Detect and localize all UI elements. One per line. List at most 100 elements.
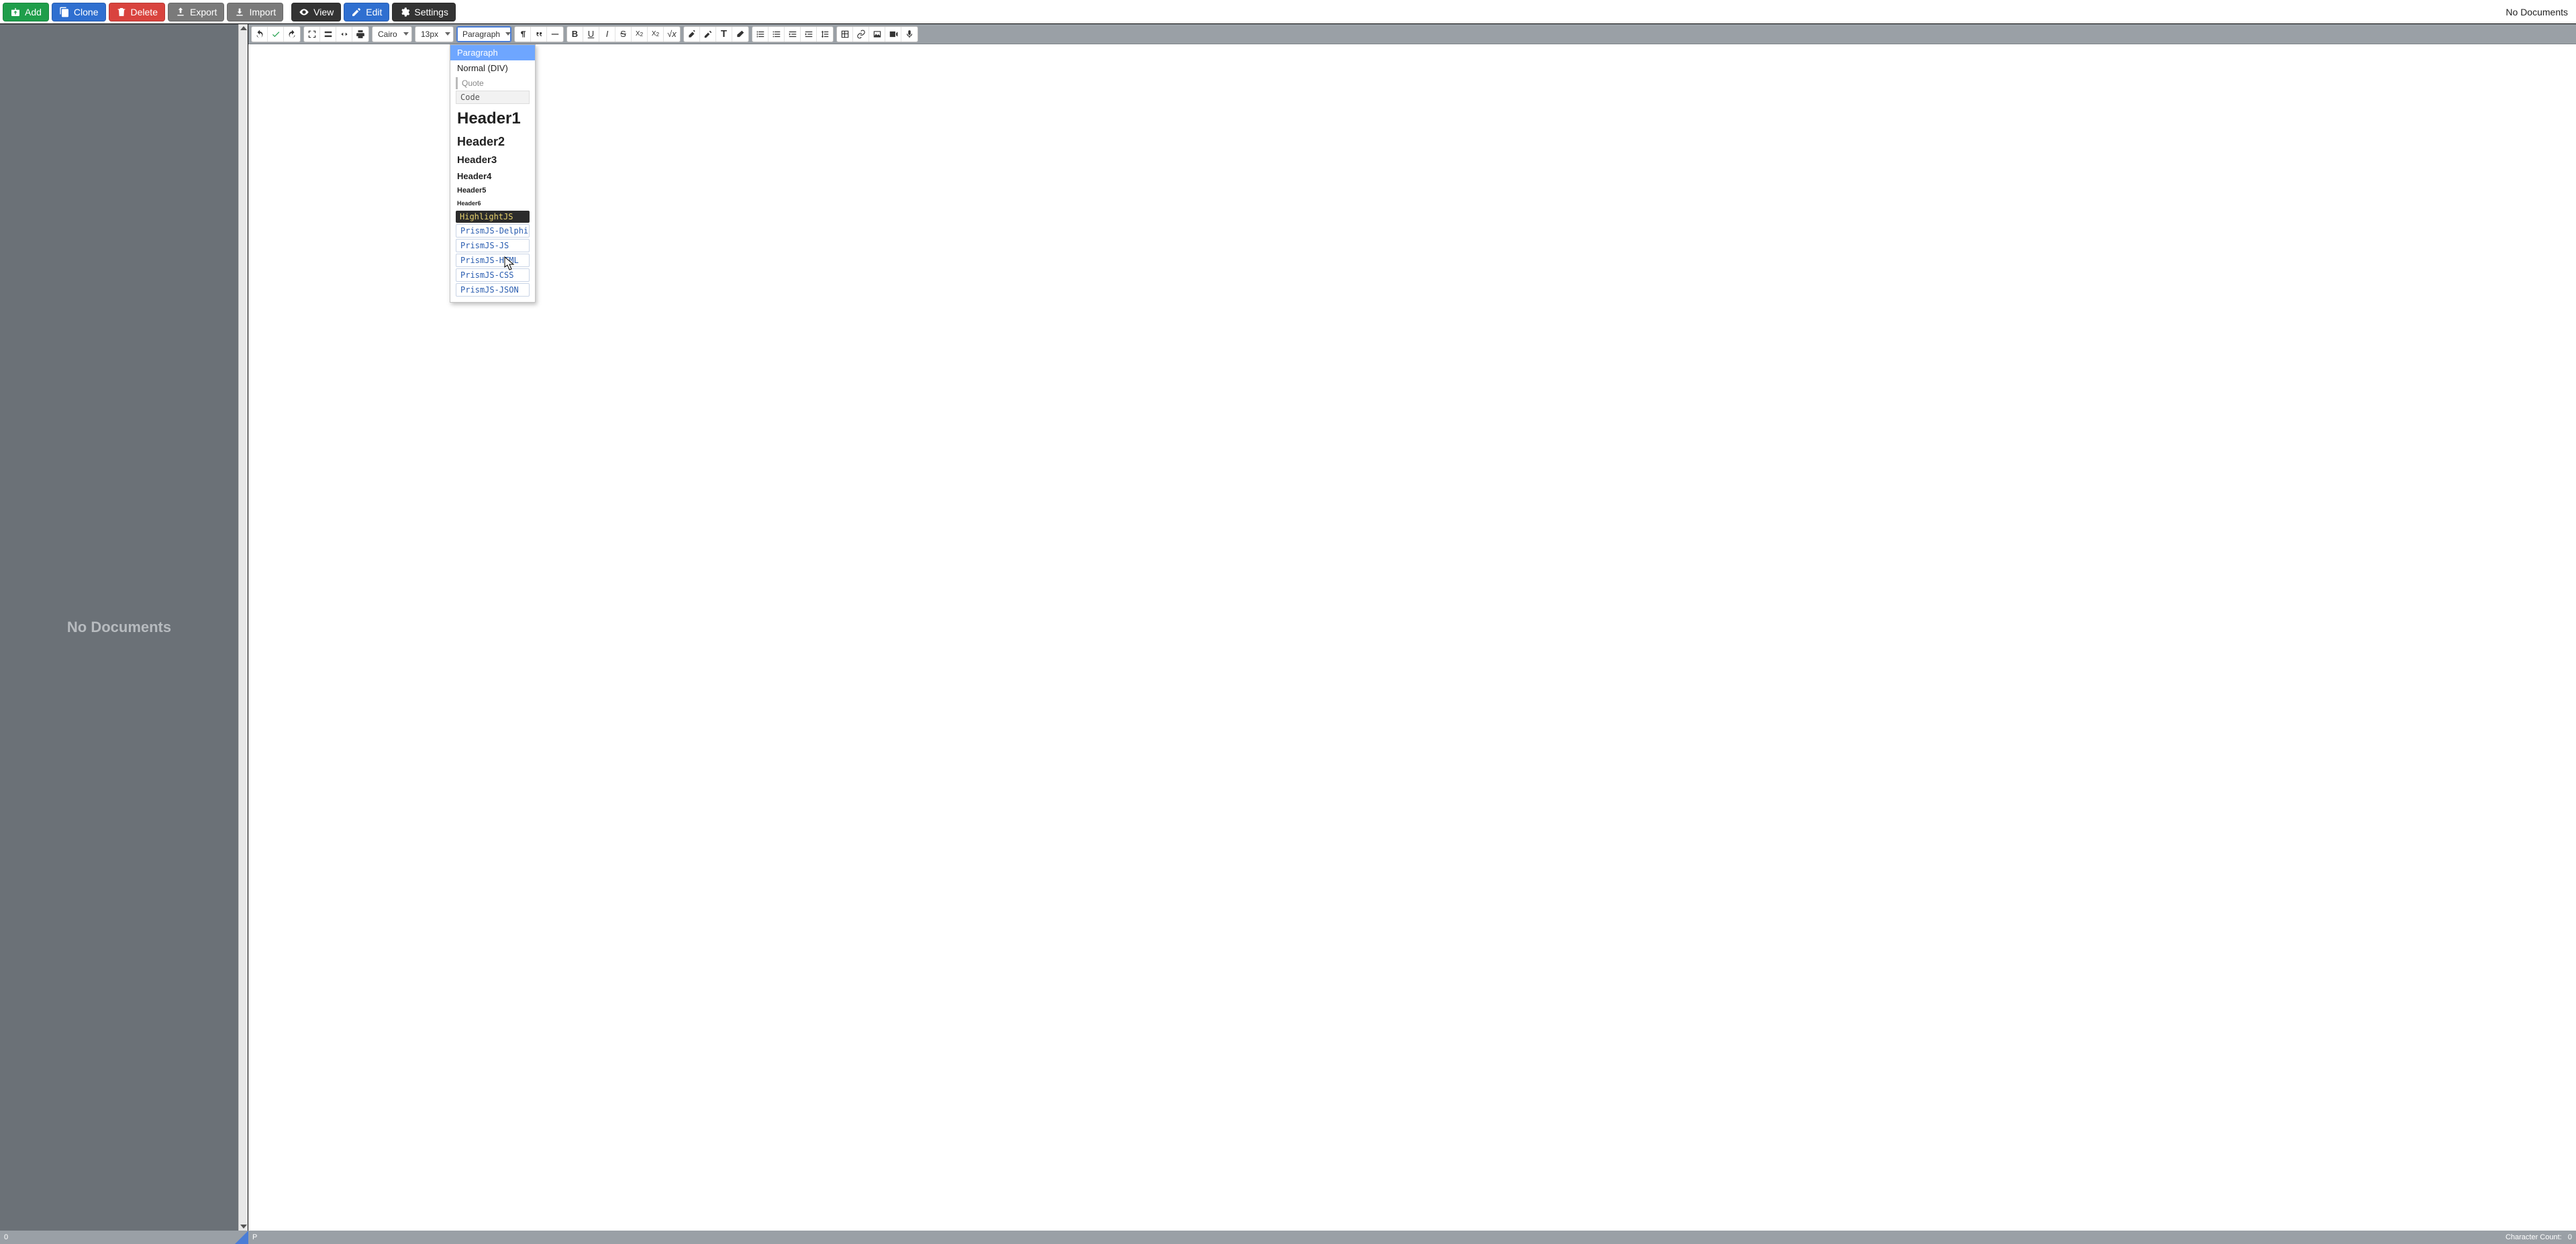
fontsize-select[interactable]: 13px: [415, 26, 454, 42]
history-group: [251, 26, 301, 42]
documents-list[interactable]: No Documents: [0, 24, 238, 1231]
paragraph-icon: [518, 30, 528, 39]
block-option[interactable]: HighlightJS: [456, 211, 530, 223]
block-option[interactable]: Paragraph: [450, 45, 535, 60]
text-style-button[interactable]: T: [716, 27, 732, 42]
block-option[interactable]: Header3: [450, 152, 535, 168]
export-label: Export: [190, 7, 217, 17]
block-option[interactable]: PrismJS-CSS: [456, 268, 530, 282]
clone-button[interactable]: Clone: [52, 3, 106, 21]
editor-canvas[interactable]: [248, 44, 2576, 1231]
highlight-button[interactable]: [684, 27, 700, 42]
indent-icon: [804, 30, 813, 39]
view-group: [303, 26, 369, 42]
mic-button[interactable]: [901, 27, 918, 42]
status-path: P: [252, 1233, 257, 1241]
font-color-button[interactable]: [700, 27, 716, 42]
print-button[interactable]: [352, 27, 368, 42]
edit-button[interactable]: Edit: [344, 3, 389, 21]
view-button[interactable]: View: [291, 3, 341, 21]
redo-button[interactable]: [284, 27, 300, 42]
block-option[interactable]: Normal (DIV): [450, 60, 535, 76]
block-format-select[interactable]: Paragraph: [456, 26, 511, 42]
character-count: Character Count: 0: [2506, 1233, 2572, 1241]
redo-icon: [287, 30, 297, 39]
unordered-list-button[interactable]: [769, 27, 785, 42]
superscript-button[interactable]: X2: [648, 27, 664, 42]
import-icon: [234, 7, 245, 17]
gear-icon: [399, 7, 410, 17]
hr-icon: [550, 30, 560, 39]
ordered-list-button[interactable]: [752, 27, 769, 42]
fullscreen-icon: [307, 30, 317, 39]
edit-label: Edit: [366, 7, 382, 17]
lineheight-button[interactable]: [817, 27, 833, 42]
split-button[interactable]: [320, 27, 336, 42]
video-button[interactable]: [885, 27, 901, 42]
highlighter-icon: [687, 30, 697, 39]
block-option[interactable]: PrismJS-HTML: [456, 254, 530, 267]
status-bar: 0 P Character Count: 0: [0, 1231, 2576, 1244]
link-icon: [856, 30, 866, 39]
block-option[interactable]: Header5: [450, 184, 535, 197]
undo-button[interactable]: [252, 27, 268, 42]
indent-button[interactable]: [801, 27, 817, 42]
status-left-value: 0: [4, 1233, 8, 1241]
italic-button[interactable]: I: [599, 27, 615, 42]
quote-icon: [534, 30, 544, 39]
block-format-value: Paragraph: [462, 30, 500, 39]
mic-icon: [905, 30, 914, 39]
fullscreen-button[interactable]: [304, 27, 320, 42]
font-select[interactable]: Cairo: [372, 26, 412, 42]
subscript-button[interactable]: X2: [632, 27, 648, 42]
print-icon: [356, 30, 365, 39]
commit-button[interactable]: [268, 27, 284, 42]
strike-button[interactable]: S: [615, 27, 632, 42]
link-button[interactable]: [853, 27, 869, 42]
add-button[interactable]: Add: [3, 3, 49, 21]
export-button[interactable]: Export: [168, 3, 224, 21]
block-option[interactable]: Header2: [450, 132, 535, 152]
block-option[interactable]: PrismJS-Delphi: [456, 224, 530, 238]
settings-button[interactable]: Settings: [392, 3, 456, 21]
outdent-icon: [788, 30, 797, 39]
fontsize-value: 13px: [421, 30, 438, 39]
outdent-button[interactable]: [785, 27, 801, 42]
block-option[interactable]: Quote: [456, 77, 530, 89]
block-option[interactable]: Header1: [450, 105, 535, 132]
scroll-down-icon[interactable]: [240, 1225, 247, 1229]
import-label: Import: [249, 7, 276, 17]
ol-icon: [756, 30, 765, 39]
hr-button[interactable]: [547, 27, 563, 42]
underline-button[interactable]: U: [583, 27, 599, 42]
delete-button[interactable]: Delete: [109, 3, 165, 21]
bold-button[interactable]: B: [567, 27, 583, 42]
formula-button[interactable]: √x: [664, 27, 680, 42]
font-value: Cairo: [378, 30, 397, 39]
undo-icon: [255, 30, 264, 39]
block-format-dropdown[interactable]: ParagraphNormal (DIV)QuoteCodeHeader1Hea…: [450, 44, 536, 303]
ul-icon: [772, 30, 781, 39]
add-icon: [10, 7, 21, 17]
import-button[interactable]: Import: [227, 3, 283, 21]
clear-format-button[interactable]: [732, 27, 748, 42]
paragraph-button[interactable]: [515, 27, 531, 42]
documents-scrollbar[interactable]: [238, 24, 248, 1231]
table-button[interactable]: [837, 27, 853, 42]
image-icon: [873, 30, 882, 39]
image-button[interactable]: [869, 27, 885, 42]
block-option[interactable]: Code: [456, 91, 530, 104]
source-button[interactable]: [336, 27, 352, 42]
blockquote-button[interactable]: [531, 27, 547, 42]
trash-icon: [116, 7, 127, 17]
block-option[interactable]: Header6: [450, 197, 535, 209]
block-option[interactable]: PrismJS-JSON: [456, 283, 530, 297]
format-group: B U I S X2 X2 √x: [566, 26, 681, 42]
export-icon: [175, 7, 186, 17]
dropper-icon: [703, 30, 713, 39]
block-option[interactable]: Header4: [450, 168, 535, 184]
block-option[interactable]: PrismJS-JS: [456, 239, 530, 252]
scroll-up-icon[interactable]: [240, 26, 247, 30]
editor-area: Cairo 13px Paragraph B U I S X2: [248, 24, 2576, 1231]
delete-label: Delete: [131, 7, 158, 17]
